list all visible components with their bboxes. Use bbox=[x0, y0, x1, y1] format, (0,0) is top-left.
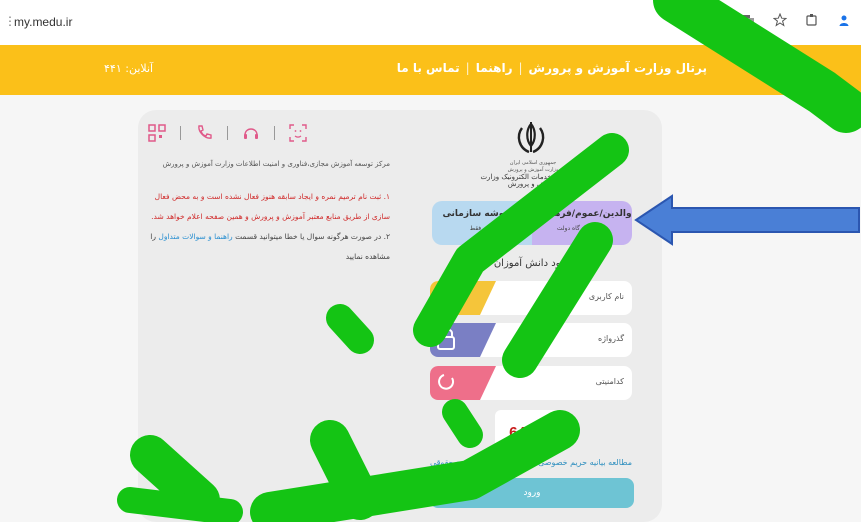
department-text: مرکز توسعه آموزش مجازی،فناوری و امنیت اط… bbox=[162, 160, 390, 168]
iran-emblem-icon bbox=[517, 122, 545, 154]
browser-address-bar[interactable]: ⋮ my.medu.ir bbox=[0, 0, 861, 46]
emblem-line-1: جمهوری اسلامی ایران bbox=[509, 160, 557, 166]
tab-parents-public[interactable]: والدین/عموم/فرهنگیان ورود از درگاه دولت bbox=[530, 201, 632, 245]
star-icon[interactable] bbox=[773, 13, 787, 27]
notice-list: ۱. ثبت نام ترمیم نمره و ایجاد سابقه هنوز… bbox=[150, 187, 390, 267]
icon-divider bbox=[274, 126, 275, 140]
face-id-icon[interactable] bbox=[289, 124, 307, 142]
privacy-link[interactable]: مطالعه بیانیه حریم خصوصی bbox=[538, 458, 632, 467]
password-label: گذرواژه bbox=[597, 334, 624, 343]
login-button[interactable]: ورود bbox=[430, 478, 634, 508]
username-field[interactable]: نام کاربری bbox=[430, 281, 632, 315]
emblem-caption: جمهوری اسلامی ایران وزارت آموزش و پرورش … bbox=[478, 160, 588, 188]
notice-item-2: ۲. در صورت هرگونه سوال یا خطا میتوانید ق… bbox=[150, 227, 390, 267]
tab-subtitle: ورود از درگاه دولت bbox=[556, 225, 606, 232]
legal-login-link[interactable]: ورود حقوقی bbox=[430, 458, 471, 467]
notice-item-1: ۱. ثبت نام ترمیم نمره و ایجاد سابقه هنوز… bbox=[151, 192, 390, 221]
online-count: ۴۴۱ bbox=[104, 62, 122, 75]
translate-icon[interactable] bbox=[741, 13, 755, 27]
captcha-code: 64588 bbox=[509, 424, 551, 441]
lock-icon bbox=[430, 323, 496, 357]
top-navigation-bar: پرتال وزارت آموزش و پرورش | راهنما | تما… bbox=[0, 45, 861, 95]
headset-icon[interactable] bbox=[242, 124, 260, 142]
online-counter: آنلاین: ۴۴۱ bbox=[104, 62, 153, 75]
annotation-arrow bbox=[634, 194, 860, 246]
password-field[interactable]: گذرواژه bbox=[430, 323, 632, 357]
extensions-icon[interactable] bbox=[805, 13, 819, 27]
tab-subtitle: ورود فقط bbox=[469, 225, 495, 232]
icon-divider bbox=[180, 126, 181, 140]
portal-link[interactable]: پرتال وزارت آموزش و پرورش bbox=[529, 61, 707, 75]
captcha-label: کدامنیتی bbox=[595, 377, 624, 386]
captcha-image: 64588 bbox=[495, 410, 565, 448]
url-text[interactable]: my.medu.ir bbox=[14, 15, 72, 29]
tab-title: والدین/عموم/فرهنگیان bbox=[530, 209, 632, 219]
icon-divider bbox=[227, 126, 228, 140]
emblem-line-3: پنجره واحد خدمات الکترونیک وزارت آموزش و… bbox=[480, 173, 586, 188]
phone-icon[interactable] bbox=[195, 124, 213, 142]
student-login-title: ورود دانش آموزان bbox=[493, 258, 571, 269]
contact-icons-row bbox=[148, 124, 307, 142]
qr-code-icon[interactable] bbox=[148, 124, 166, 142]
profile-icon[interactable] bbox=[837, 13, 851, 27]
notice-2-prefix: ۲. در صورت هرگونه سوال یا خطا میتوانید ق… bbox=[235, 232, 390, 241]
captcha-field[interactable]: کدامنیتی bbox=[430, 366, 632, 400]
nav-separator: | bbox=[518, 61, 523, 75]
nav-separator: | bbox=[465, 61, 470, 75]
footer-links: مطالعه بیانیه حریم خصوصی ورود حقوقی bbox=[430, 458, 632, 467]
tab-organizational[interactable]: کارتوشه سازمانی ورود فقط bbox=[432, 201, 532, 245]
online-label: آنلاین: bbox=[125, 62, 154, 75]
help-link[interactable]: راهنما bbox=[476, 61, 513, 75]
faq-link[interactable]: راهنما و سوالات متداول bbox=[158, 232, 232, 241]
contact-link[interactable]: تماس با ما bbox=[397, 61, 460, 75]
user-icon bbox=[430, 281, 496, 315]
username-label: نام کاربری bbox=[588, 292, 624, 301]
tab-title: کارتوشه سازمانی bbox=[442, 209, 522, 219]
refresh-icon[interactable] bbox=[430, 366, 496, 400]
